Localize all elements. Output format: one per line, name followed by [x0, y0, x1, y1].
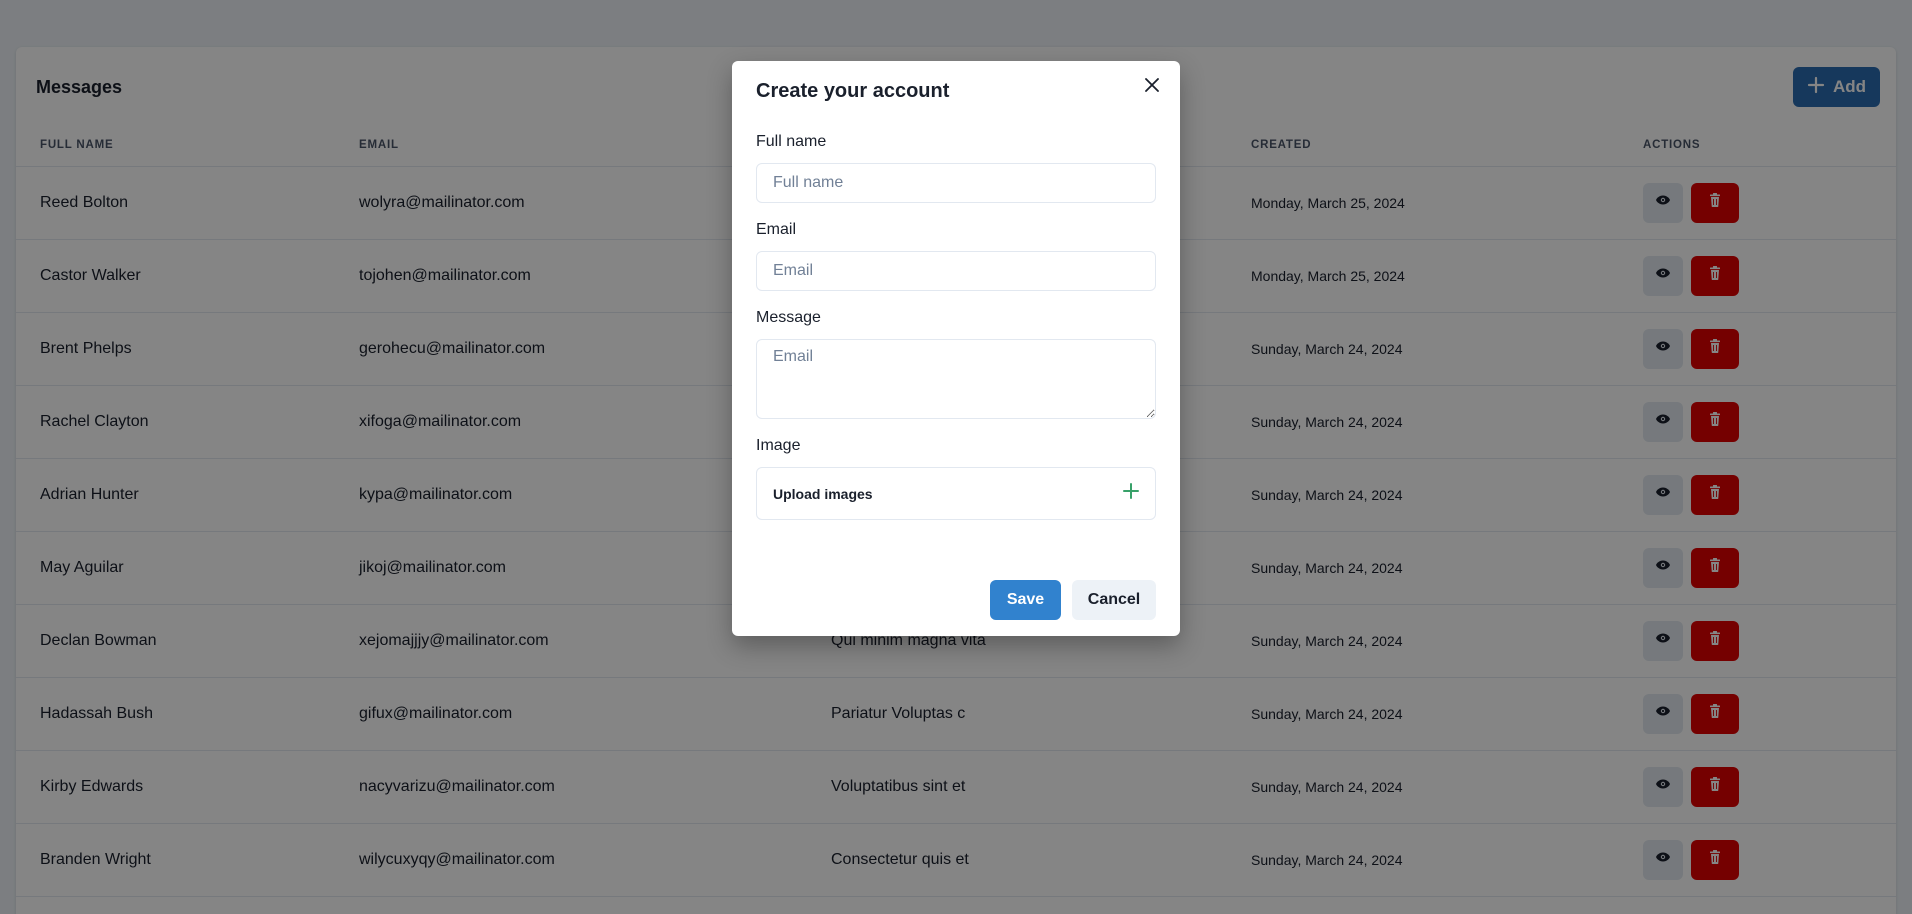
plus-icon[interactable] — [1123, 483, 1139, 504]
message-label: Message — [756, 309, 821, 326]
full-name-label: Full name — [756, 133, 827, 150]
full-name-input[interactable] — [756, 163, 1156, 203]
upload-images-label: Upload images — [773, 485, 873, 502]
close-icon — [1145, 77, 1159, 97]
save-button[interactable]: Save — [990, 580, 1061, 620]
create-account-modal: Create your account Full name Email Mess… — [732, 61, 1180, 636]
image-label: Image — [756, 437, 801, 454]
cancel-button[interactable]: Cancel — [1072, 580, 1156, 620]
close-button[interactable] — [1140, 75, 1164, 99]
modal-title: Create your account — [756, 80, 950, 102]
email-label: Email — [756, 221, 797, 238]
message-textarea[interactable] — [756, 339, 1156, 419]
email-input[interactable] — [756, 251, 1156, 291]
upload-images-field[interactable]: Upload images — [756, 467, 1156, 520]
